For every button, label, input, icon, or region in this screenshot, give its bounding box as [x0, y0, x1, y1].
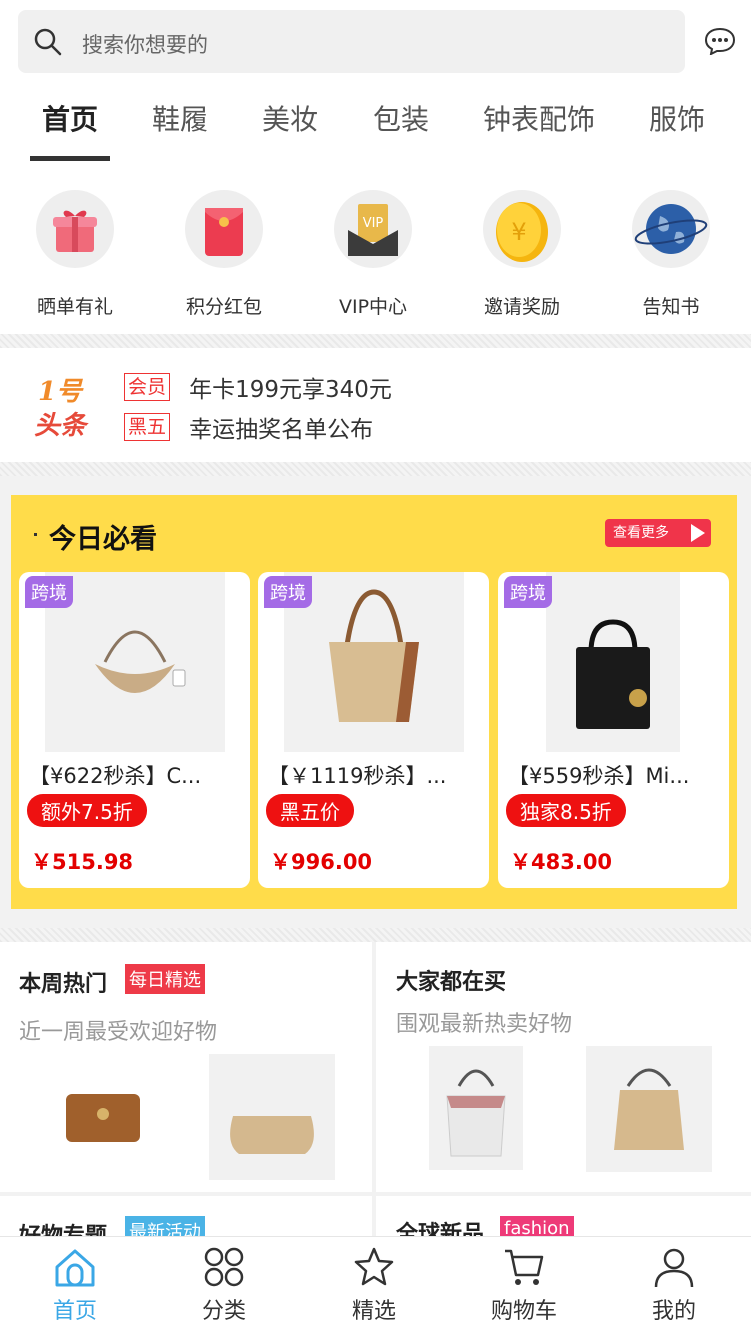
tab-watches-accessories[interactable]: 钟表配饰	[483, 98, 595, 138]
today-must-see-section: 今日必看 查看更多 跨境 【¥622秒杀】C... 额外7.5折 ￥515.98…	[11, 495, 737, 909]
nav-category[interactable]: 分类	[164, 1245, 284, 1325]
product-thumbnail[interactable]	[209, 1054, 335, 1180]
cross-border-badge: 跨境	[264, 576, 312, 608]
nav-profile[interactable]: 我的	[614, 1245, 734, 1325]
gold-coin-icon: ¥	[496, 202, 548, 262]
home-icon	[55, 1249, 95, 1287]
globe-icon	[634, 204, 708, 254]
promo-badge: 黑五价	[266, 794, 354, 827]
nav-home[interactable]: 首页	[15, 1245, 135, 1325]
divider	[0, 334, 751, 348]
news-ticker[interactable]: 1号 头条 会员 年卡199元享340元 黑五 幸运抽奖名单公布	[0, 348, 751, 462]
news-item[interactable]: 会员 年卡199元享340元	[124, 370, 392, 403]
search-placeholder: 搜索你想要的	[82, 33, 208, 57]
tab-clothing[interactable]: 服饰	[649, 98, 705, 138]
message-icon[interactable]	[704, 27, 736, 55]
svg-text:¥: ¥	[511, 218, 526, 246]
tab-beauty[interactable]: 美妆	[262, 98, 318, 138]
section-everyone-buying[interactable]: 大家都在买 围观最新热卖好物	[376, 942, 751, 1192]
product-thumbnail[interactable]	[52, 1064, 156, 1174]
quick-links: 晒单有礼 积分红包 VIP VIP中心 ¥ 邀请奖励 告知书	[0, 162, 751, 334]
search-input[interactable]: 搜索你想要的	[18, 10, 685, 73]
user-icon	[654, 1248, 694, 1288]
news-logo: 1号 头条	[34, 377, 89, 441]
quick-link-share-order[interactable]: 晒单有礼	[0, 190, 150, 319]
nav-cart[interactable]: 购物车	[464, 1245, 584, 1325]
svg-text:1号: 1号	[38, 377, 84, 407]
section-title: 今日必看	[49, 524, 157, 555]
quick-link-notice[interactable]: 告知书	[596, 190, 746, 319]
product-thumbnail[interactable]	[586, 1046, 712, 1172]
section-weekly-hot[interactable]: 本周热门 每日精选 近一周最受欢迎好物	[0, 942, 372, 1192]
tab-shoes[interactable]: 鞋履	[152, 98, 208, 138]
svg-text:VIP: VIP	[363, 216, 384, 231]
product-name: 【¥622秒杀】C...	[29, 764, 202, 788]
category-icon	[204, 1247, 244, 1287]
section-title: 大家都在买	[396, 970, 507, 995]
gift-icon	[53, 210, 97, 252]
product-price: ￥483.00	[510, 850, 613, 874]
product-image	[546, 572, 680, 752]
arrow-right-icon	[691, 524, 705, 542]
divider	[0, 462, 751, 476]
section-subtitle: 围观最新热卖好物	[396, 1012, 573, 1037]
search-icon	[34, 28, 62, 56]
cross-border-badge: 跨境	[504, 576, 552, 608]
tab-bags[interactable]: 包装	[373, 98, 429, 138]
quick-link-invite-reward[interactable]: ¥ 邀请奖励	[447, 190, 597, 319]
product-price: ￥996.00	[270, 850, 373, 874]
section-title: 本周热门	[19, 972, 108, 997]
cart-icon	[505, 1249, 544, 1285]
header: 搜索你想要的	[0, 0, 751, 76]
product-thumbnail[interactable]	[429, 1046, 523, 1170]
category-tabs: 首页 鞋履 美妆 包装 钟表配饰 服饰	[0, 76, 751, 162]
promo-badge: 独家8.5折	[506, 794, 626, 827]
promo-badge: 额外7.5折	[27, 794, 147, 827]
star-icon	[354, 1247, 394, 1286]
quick-link-vip-center[interactable]: VIP VIP中心	[298, 190, 448, 319]
nav-featured[interactable]: 精选	[314, 1245, 434, 1325]
tab-active-indicator	[30, 156, 110, 161]
decorative-dot	[34, 533, 37, 536]
product-card[interactable]: 跨境 【￥1119秒杀】... 黑五价 ￥996.00	[258, 572, 489, 888]
product-name: 【￥1119秒杀】...	[268, 764, 447, 788]
product-name: 【¥559秒杀】Mi...	[508, 764, 690, 788]
product-card[interactable]: 跨境 【¥622秒杀】C... 额外7.5折 ￥515.98	[19, 572, 250, 888]
news-item[interactable]: 黑五 幸运抽奖名单公布	[124, 410, 373, 443]
red-envelope-icon	[205, 208, 243, 256]
cross-border-badge: 跨境	[25, 576, 73, 608]
tab-home[interactable]: 首页	[42, 98, 98, 138]
see-more-button[interactable]: 查看更多	[605, 519, 711, 547]
divider	[0, 928, 751, 942]
svg-text:头条: 头条	[34, 411, 89, 441]
bottom-nav: 首页 分类 精选 购物车 我的	[0, 1236, 751, 1339]
vip-card-icon: VIP	[348, 204, 398, 256]
product-price: ￥515.98	[31, 850, 134, 874]
product-card[interactable]: 跨境 【¥559秒杀】Mi... 独家8.5折 ￥483.00	[498, 572, 729, 888]
quick-link-points-envelope[interactable]: 积分红包	[149, 190, 299, 319]
section-subtitle: 近一周最受欢迎好物	[19, 1020, 218, 1045]
section-tag: 每日精选	[125, 964, 205, 994]
